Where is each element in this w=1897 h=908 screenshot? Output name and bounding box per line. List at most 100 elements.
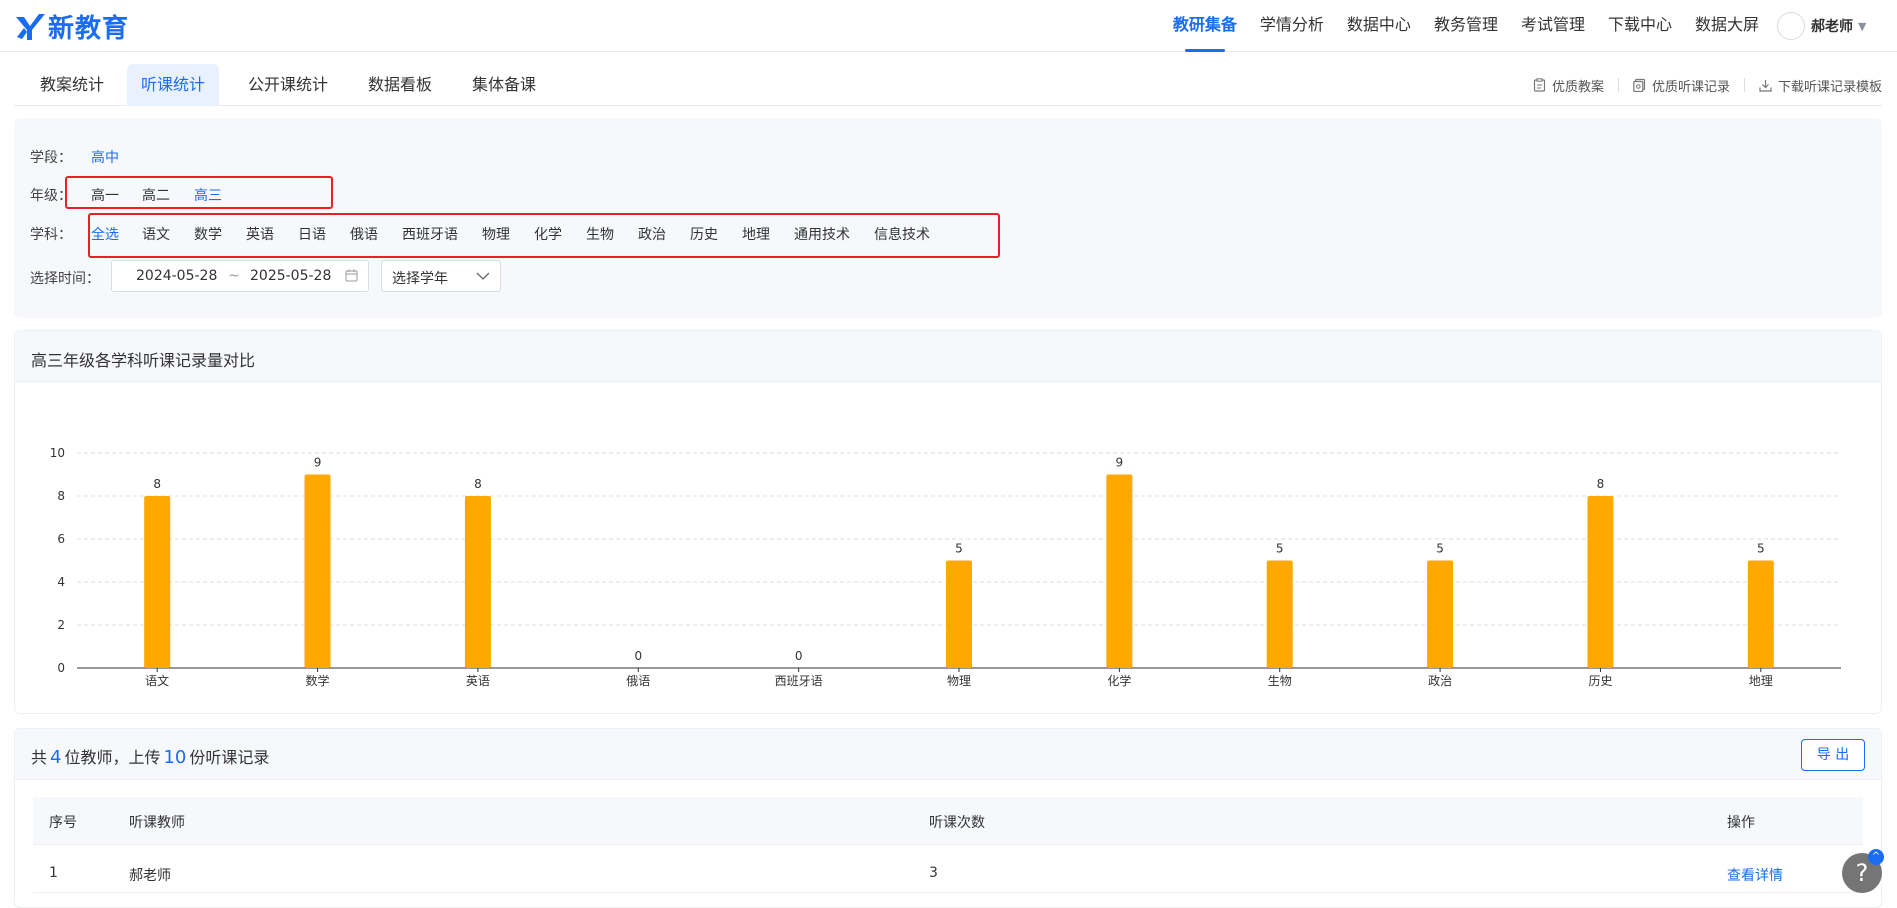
x-tick-label: 化学 <box>1107 673 1131 688</box>
bar-value-label: 9 <box>314 456 322 470</box>
teacher-table-card: 共 4 位教师，上传 10 份听课记录 导 出 序号 听课教师 听课次数 操作 1 郝老… <box>14 728 1882 908</box>
y-tick-label: 10 <box>50 446 65 460</box>
bar-value-label: 5 <box>955 542 963 556</box>
date-end[interactable]: 2025-05-28 <box>250 268 331 284</box>
quality-lecture-record-link[interactable]: 优质听课记录 <box>1633 76 1730 95</box>
bar-value-label: 5 <box>1276 542 1284 556</box>
date-separator: ~ <box>228 268 240 284</box>
chart-title: 高三年级各学科听课记录量对比 <box>31 351 256 370</box>
col-header-count: 听课次数 <box>929 815 985 831</box>
summary-prefix: 共 <box>31 748 48 767</box>
tab-lesson-plan-stats[interactable]: 教案统计 <box>26 64 118 106</box>
bar-value-label: 8 <box>153 477 161 491</box>
table-card-header: 共 4 位教师，上传 10 份听课记录 导 出 <box>15 729 1881 780</box>
stage-option-senior-high[interactable]: 高中 <box>91 147 119 167</box>
divider <box>1743 78 1745 92</box>
tab-open-class-stats[interactable]: 公开课统计 <box>234 64 342 106</box>
chart-card: 高三年级各学科听课记录量对比 0 2 4 6 8 10 8 语文 9 数学 8 英语 0 俄语 0 西班牙语 5… <box>14 330 1882 714</box>
x-tick-label: 英语 <box>466 674 490 688</box>
filter-panel: 学段： 高中 年级： 高一 高二 高三 学科： 全选 语文 数学 英语 日语 俄… <box>14 118 1882 318</box>
summary-mid: 位教师，上传 <box>64 748 161 767</box>
bar <box>464 496 491 668</box>
bar-value-label: 0 <box>634 649 642 663</box>
brand-name: 新教育 <box>48 14 130 44</box>
download-template-link[interactable]: 下载听课记录模板 <box>1759 76 1882 95</box>
user-menu[interactable]: 郝老师 ▼ <box>1777 10 1897 42</box>
col-header-index: 序号 <box>49 815 77 831</box>
table-row: 1 郝老师 3 查看详情 <box>33 845 1863 893</box>
tab-lecture-stats[interactable]: 听课统计 <box>127 64 220 106</box>
x-tick-label: 历史 <box>1588 674 1612 688</box>
bar <box>1266 560 1293 668</box>
y-tick-label: 8 <box>57 489 65 503</box>
logo-icon <box>16 13 45 40</box>
quality-lesson-plan-link[interactable]: 优质教案 <box>1533 76 1604 95</box>
date-range-picker[interactable]: 2024-05-28 ~ 2025-05-28 <box>111 260 369 292</box>
bar <box>144 496 171 668</box>
nav-item-academic-affairs[interactable]: 教务管理 <box>1434 0 1498 52</box>
x-tick-label: 语文 <box>145 673 169 688</box>
academic-year-select[interactable]: 选择学年 <box>381 260 501 292</box>
avatar[interactable] <box>1777 12 1805 40</box>
divider <box>1617 78 1619 92</box>
nav-item-jiaoyan[interactable]: 教研集备 <box>1173 0 1237 52</box>
col-header-action: 操作 <box>1727 815 1755 831</box>
bar-value-label: 5 <box>1436 542 1444 556</box>
bar <box>304 474 331 668</box>
x-tick-label: 生物 <box>1268 674 1292 688</box>
bar-value-label: 9 <box>1116 456 1124 470</box>
caret-down-icon[interactable]: ▼ <box>1858 20 1866 33</box>
highlight-box-subject <box>88 213 1000 258</box>
nav-item-download[interactable]: 下载中心 <box>1608 0 1672 52</box>
tab-data-board[interactable]: 数据看板 <box>354 64 446 106</box>
nav-item-xueqing[interactable]: 学情分析 <box>1260 0 1324 52</box>
user-name: 郝老师 <box>1811 19 1853 35</box>
table-header-row: 序号 听课教师 听课次数 操作 <box>33 797 1863 845</box>
x-tick-label: 数学 <box>306 673 330 688</box>
subject-label: 学科： <box>30 227 72 243</box>
scroll-top-badge[interactable]: ^ <box>1868 849 1884 865</box>
bar <box>1747 560 1774 668</box>
top-navbar: 新教育 教研集备 学情分析 数据中心 教务管理 考试管理 下载中心 数据大屏 郝… <box>0 0 1897 52</box>
stage-label: 学段： <box>30 150 72 166</box>
calendar-icon <box>345 269 358 282</box>
date-start[interactable]: 2024-05-28 <box>136 268 217 284</box>
x-tick-label: 政治 <box>1428 674 1452 688</box>
nav-item-data-center[interactable]: 数据中心 <box>1347 0 1411 52</box>
x-tick-label: 西班牙语 <box>775 674 823 688</box>
quick-link-label: 优质听课记录 <box>1651 79 1730 95</box>
cell-index: 1 <box>49 865 58 881</box>
col-header-teacher: 听课教师 <box>129 815 185 831</box>
nav-item-data-screen[interactable]: 数据大屏 <box>1695 0 1759 52</box>
bar-value-label: 0 <box>795 649 803 663</box>
tab-collective-prep[interactable]: 集体备课 <box>458 64 550 106</box>
record-count: 10 <box>163 747 187 768</box>
brand-logo[interactable]: 新教育 <box>14 8 129 45</box>
teacher-count: 4 <box>50 747 62 768</box>
bar <box>1106 474 1133 668</box>
nav-item-exam[interactable]: 考试管理 <box>1521 0 1585 52</box>
quick-link-label: 下载听课记录模板 <box>1777 79 1882 95</box>
highlight-box-grade <box>65 176 333 209</box>
y-tick-label: 0 <box>57 661 65 675</box>
bar-value-label: 8 <box>1597 477 1605 491</box>
chevron-down-icon <box>476 272 490 280</box>
record-summary: 共 4 位教师，上传 10 份听课记录 <box>31 744 269 768</box>
export-button[interactable]: 导 出 <box>1801 739 1865 771</box>
bar <box>1427 560 1454 668</box>
y-tick-label: 6 <box>57 532 65 546</box>
bar <box>946 560 972 668</box>
record-icon <box>1633 78 1646 92</box>
chart-header: 高三年级各学科听课记录量对比 <box>15 331 1881 382</box>
quick-links: 优质教案 优质听课记录 下载听课记录模板 <box>1533 64 1882 106</box>
main-nav: 教研集备 学情分析 数据中心 教务管理 考试管理 下载中心 数据大屏 <box>1150 0 1759 52</box>
bar-value-label: 5 <box>1757 542 1765 556</box>
time-label: 选择时间： <box>30 271 100 287</box>
bar-value-label: 8 <box>474 477 482 491</box>
y-tick-label: 4 <box>57 575 65 589</box>
academic-year-placeholder: 选择学年 <box>392 271 448 287</box>
view-details-link[interactable]: 查看详情 <box>1727 865 1783 885</box>
y-tick-label: 2 <box>57 618 65 632</box>
clipboard-icon <box>1533 78 1546 92</box>
bar <box>1587 496 1614 668</box>
